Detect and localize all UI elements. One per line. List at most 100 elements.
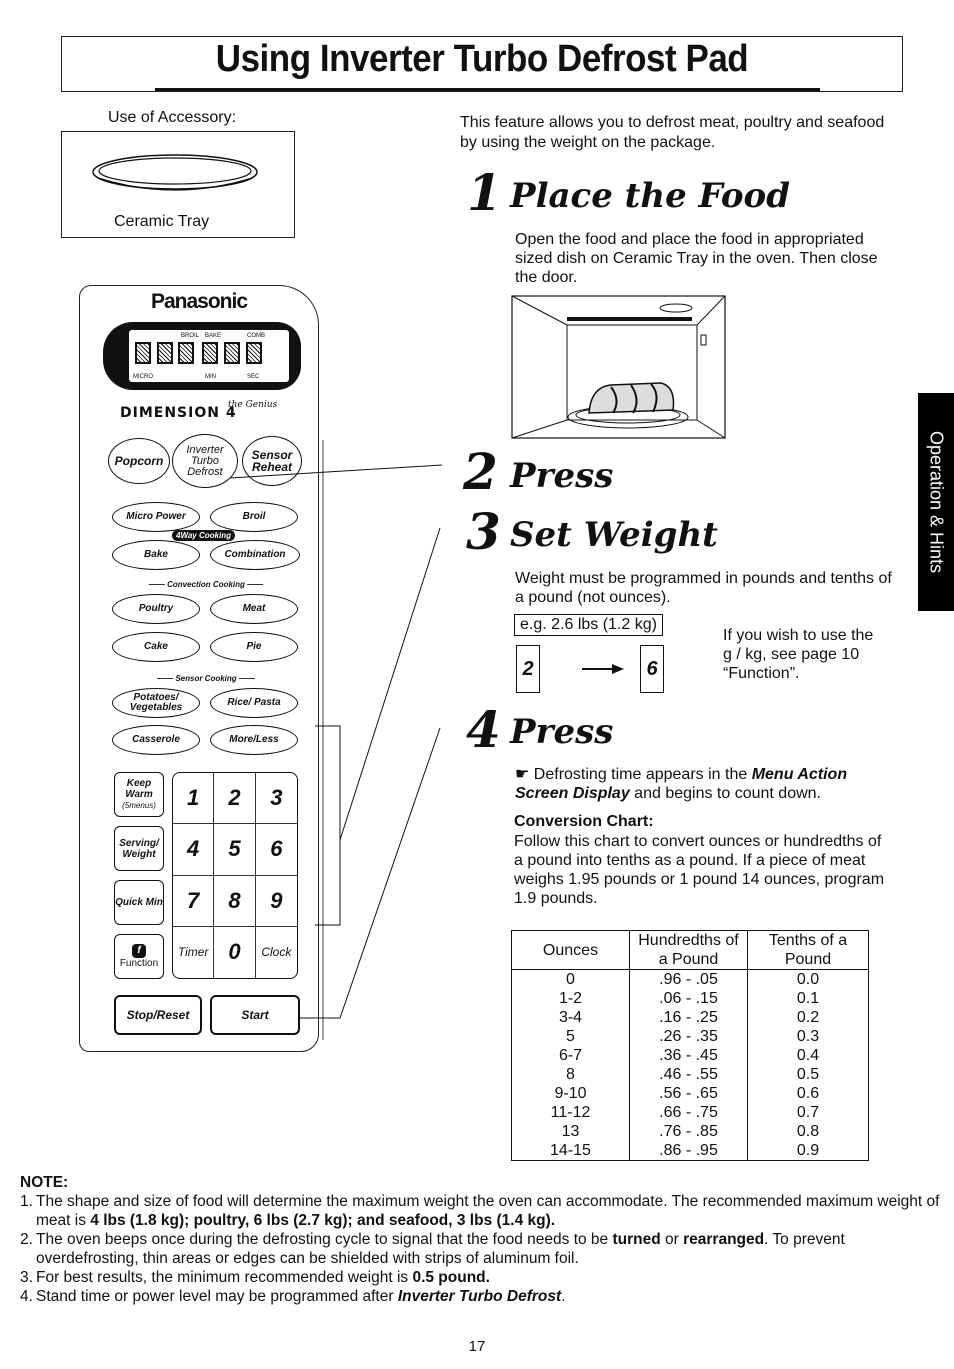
serving-weight-button[interactable]: Serving/ Weight	[114, 826, 164, 871]
table-row: 5.26 - .35 0.3	[511, 1027, 869, 1046]
lcd-label-min: MIN	[205, 374, 216, 380]
cake-button[interactable]: Cake	[112, 632, 200, 662]
intro-text: This feature allows you to defrost meat,…	[460, 114, 885, 151]
title-underline	[155, 88, 820, 91]
cell-hundredths: .96 - .05	[629, 969, 748, 989]
cell-tenths: 0.1	[747, 989, 869, 1008]
table-row: 3-4.16 - .25 0.2	[511, 1008, 869, 1027]
cell-ounces: 13	[511, 1122, 630, 1141]
step-4-title: Press	[510, 712, 614, 752]
page-number: 17	[468, 1338, 486, 1355]
notes-section: NOTE: 1. The shape and size of food will …	[20, 1173, 940, 1306]
cell-hundredths: .56 - .65	[629, 1084, 748, 1103]
accessory-label: Use of Accessory:	[108, 109, 237, 126]
cell-ounces: 5	[511, 1027, 630, 1046]
cell-tenths: 0.9	[747, 1141, 869, 1161]
table-header-row: Ounces Hundredths of a Pound Tenths of a…	[511, 930, 869, 970]
accessory-caption: Ceramic Tray	[114, 213, 210, 230]
conversion-title: Conversion Chart:	[514, 813, 654, 830]
lcd-label-broil: BROIL	[181, 333, 200, 339]
table-row: 1-2.06 - .15 0.1	[511, 989, 869, 1008]
section-tab-label: Operation & Hints	[926, 430, 947, 574]
lcd-label-comb: COMB	[247, 333, 265, 339]
cell-tenths: 0.0	[747, 969, 869, 989]
notes-title: NOTE:	[20, 1174, 69, 1191]
ceramic-tray-icon	[92, 154, 258, 191]
cell-tenths: 0.2	[747, 1008, 869, 1027]
step-2-title: Press	[510, 456, 614, 496]
note-item: 1. The shape and size of food will determ…	[20, 1193, 940, 1229]
bake-button[interactable]: Bake	[112, 540, 200, 570]
cell-ounces: 1-2	[511, 989, 630, 1008]
step-4-bullet: ☛ Defrosting time appears in the Menu Ac…	[515, 766, 848, 802]
quick-min-button[interactable]: Quick Min	[114, 880, 164, 925]
lcd-digit	[157, 342, 173, 364]
page-title: Using Inverter Turbo Defrost Pad	[215, 38, 749, 80]
table-row: 13.76 - .85 0.8	[511, 1122, 869, 1141]
keypad-key-7[interactable]: 7	[173, 875, 215, 927]
keypad-key-1[interactable]: 1	[173, 773, 215, 825]
cell-hundredths: .26 - .35	[629, 1027, 748, 1046]
header-tenths: Tenths of a Pound	[747, 930, 869, 970]
casserole-button[interactable]: Casserole	[112, 725, 200, 755]
unit-note: If you wish to use the g / kg, see page …	[723, 627, 874, 682]
lcd-label-bake: BAKE	[205, 333, 222, 339]
conversion-text: Follow this chart to convert ounces or h…	[514, 833, 885, 907]
step-1-number: 1	[467, 163, 502, 222]
function-button[interactable]: f Function	[114, 934, 164, 979]
cell-hundredths: .16 - .25	[629, 1008, 748, 1027]
table-row: 11-12.66 - .75 0.7	[511, 1103, 869, 1122]
lcd-digit	[224, 342, 240, 364]
micro-power-button[interactable]: Micro Power	[112, 502, 200, 532]
potatoes-vegetables-button[interactable]: Potatoes/ Vegetables	[112, 688, 200, 718]
cell-hundredths: .76 - .85	[629, 1122, 748, 1141]
cell-hundredths: .66 - .75	[629, 1103, 748, 1122]
arrow-icon	[582, 668, 616, 670]
model-name: DIMENSION 4	[120, 405, 237, 421]
inverter-turbo-defrost-button[interactable]: Inverter Turbo Defrost	[172, 434, 238, 488]
stop-reset-button[interactable]: Stop/Reset	[114, 995, 202, 1035]
cell-tenths: 0.7	[747, 1103, 869, 1122]
note-item: 3. For best results, the minimum recommen…	[20, 1269, 490, 1286]
step-1-text: Open the food and place the food in appr…	[515, 231, 878, 286]
oven-interior-illustration	[511, 295, 726, 439]
cell-tenths: 0.6	[747, 1084, 869, 1103]
model-suffix: the Genius	[228, 400, 278, 410]
cell-hundredths: .86 - .95	[629, 1141, 748, 1161]
pointer-icon: ☛	[515, 766, 530, 783]
keypad-key-timer[interactable]: Timer	[173, 926, 215, 978]
cell-ounces: 6-7	[511, 1046, 630, 1065]
cell-hundredths: .06 - .15	[629, 989, 748, 1008]
cell-ounces: 3-4	[511, 1008, 630, 1027]
cell-hundredths: .46 - .55	[629, 1065, 748, 1084]
weight-example: e.g. 2.6 lbs (1.2 kg)	[514, 614, 663, 636]
cell-ounces: 14-15	[511, 1141, 630, 1161]
note-item: 4. Stand time or power level may be progr…	[20, 1288, 566, 1305]
cell-ounces: 8	[511, 1065, 630, 1084]
table-row: 6-7.36 - .45 0.4	[511, 1046, 869, 1065]
popcorn-button[interactable]: Popcorn	[108, 438, 170, 484]
lcd-digit	[246, 342, 262, 364]
key-example-2: 2	[516, 645, 540, 693]
cell-tenths: 0.4	[747, 1046, 869, 1065]
brand-logo: Panasonic	[150, 290, 248, 313]
poultry-button[interactable]: Poultry	[112, 594, 200, 624]
cell-tenths: 0.3	[747, 1027, 869, 1046]
keypad-key-4[interactable]: 4	[173, 824, 215, 876]
lcd-digit	[135, 342, 151, 364]
cell-hundredths: .36 - .45	[629, 1046, 748, 1065]
key-example-6: 6	[640, 645, 664, 693]
conversion-table: Ounces Hundredths of a Pound Tenths of a…	[511, 930, 869, 1161]
cell-tenths: 0.8	[747, 1122, 869, 1141]
step-4-number: 4	[466, 700, 501, 759]
step-3-title: Set Weight	[510, 515, 718, 555]
note-item: 2. The oven beeps once during the defrost…	[20, 1231, 845, 1267]
lcd-digit	[178, 342, 194, 364]
leader-lines	[230, 440, 443, 1040]
table-row: 9-10.56 - .65 0.6	[511, 1084, 869, 1103]
arrow-head-icon	[612, 664, 624, 674]
header-hundredths: Hundredths of a Pound	[629, 930, 748, 970]
keep-warm-button[interactable]: Keep Warm (5menus)	[114, 772, 164, 817]
cell-ounces: 11-12	[511, 1103, 630, 1122]
step-1-title: Place the Food	[510, 176, 790, 216]
